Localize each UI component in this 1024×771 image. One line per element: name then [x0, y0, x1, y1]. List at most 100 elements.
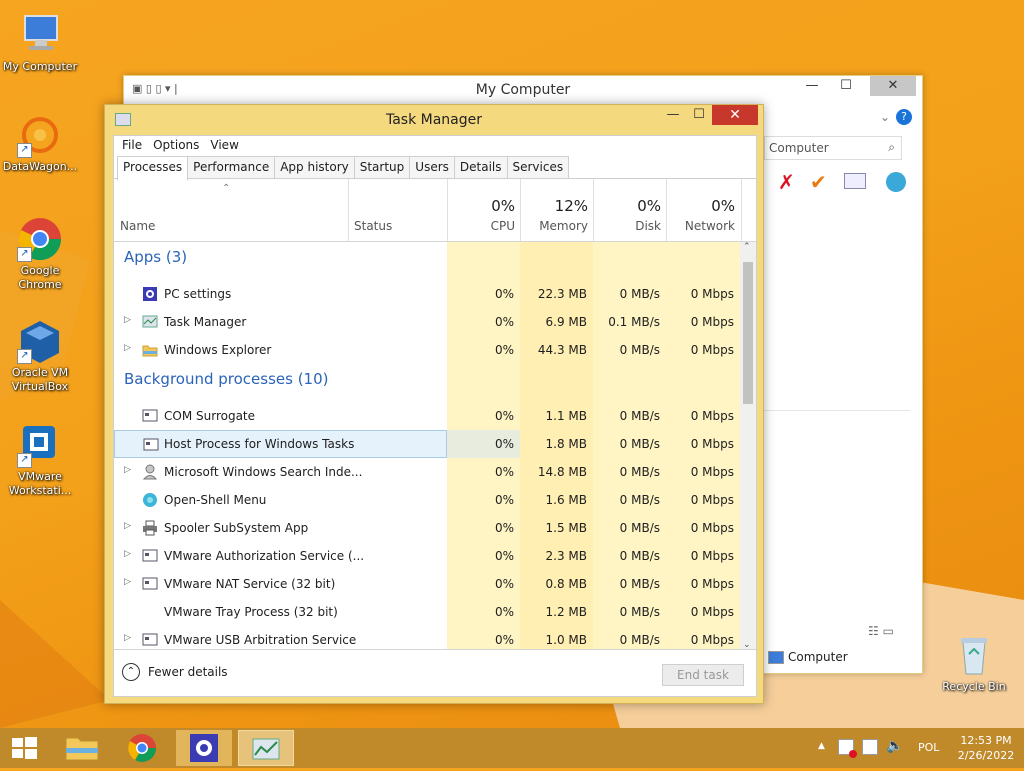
show-hidden-icons-icon[interactable]: ▲: [818, 741, 825, 751]
memory-value: 1.2 MB: [545, 605, 587, 619]
taskbar-chrome[interactable]: [114, 730, 170, 766]
window-app-icon: [142, 408, 158, 422]
maximize-button[interactable]: ☐: [832, 76, 860, 96]
check-icon[interactable]: ✔: [810, 170, 827, 194]
group-header-apps: Apps (3): [124, 248, 188, 266]
network-label: Network: [684, 219, 735, 233]
search-input[interactable]: Computer: [769, 141, 829, 155]
tab-users[interactable]: Users: [409, 156, 455, 178]
process-row[interactable]: ▷ Spooler SubSystem App 0% 1.5 MB 0 MB/s…: [114, 514, 740, 542]
shell-icon: [142, 492, 158, 507]
view-toggle-icons[interactable]: ☷ ▭: [868, 624, 894, 638]
process-row[interactable]: ▷ Microsoft Windows Search Inde... 0% 14…: [114, 458, 740, 486]
menu-options[interactable]: Options: [149, 136, 206, 156]
task-manager-window[interactable]: Task Manager — ☐ ✕ File Options View Pro…: [104, 104, 764, 704]
end-task-button[interactable]: End task: [662, 664, 744, 686]
delete-icon[interactable]: ✗: [778, 170, 795, 194]
process-row[interactable]: ▷ VMware USB Arbitration Service 0% 1.0 …: [114, 626, 740, 650]
process-row[interactable]: PC settings 0% 22.3 MB 0 MB/s 0 Mbps: [114, 280, 740, 308]
network-value: 0 Mbps: [690, 577, 734, 591]
desktop-icon-recycle-bin[interactable]: Recycle Bin: [934, 632, 1014, 694]
nav-item-computer[interactable]: Computer: [768, 648, 918, 668]
vertical-scrollbar[interactable]: ⌃ ⌄: [740, 242, 756, 650]
column-cpu[interactable]: 0% CPU: [447, 179, 521, 241]
process-row[interactable]: VMware Tray Process (32 bit) 0% 1.2 MB 0…: [114, 598, 740, 626]
network-icon[interactable]: [862, 739, 878, 755]
footer: ⌃ Fewer details End task: [114, 649, 756, 696]
maximize-button[interactable]: ☐: [685, 105, 713, 125]
expand-arrow-icon[interactable]: ▷: [124, 549, 131, 559]
expand-arrow-icon[interactable]: ▷: [124, 521, 131, 531]
task-manager-titlebar[interactable]: Task Manager — ☐ ✕: [105, 105, 763, 133]
cpu-value: 0%: [494, 633, 514, 647]
tab-app-history[interactable]: App history: [274, 156, 355, 178]
column-name[interactable]: Name: [120, 219, 155, 233]
minimize-button[interactable]: —: [798, 76, 826, 96]
cpu-value: 0%: [494, 493, 514, 507]
tab-details[interactable]: Details: [453, 156, 508, 178]
help-icon[interactable]: ?: [896, 109, 912, 125]
close-button[interactable]: ✕: [870, 76, 916, 96]
process-row[interactable]: ▷ Windows Explorer 0% 44.3 MB 0 MB/s 0 M…: [114, 336, 740, 364]
tab-services[interactable]: Services: [506, 156, 570, 178]
cpu-value: 0%: [494, 521, 514, 535]
fewer-details-icon[interactable]: ⌃: [122, 663, 140, 681]
menu-view[interactable]: View: [206, 136, 245, 156]
process-row-selected-values[interactable]: 0% 1.8 MB 0 MB/s 0 Mbps: [114, 430, 740, 458]
language-indicator[interactable]: POL: [918, 741, 939, 754]
close-button[interactable]: ✕: [712, 105, 758, 125]
globe-icon[interactable]: [886, 172, 906, 192]
process-row[interactable]: Open-Shell Menu 0% 1.6 MB 0 MB/s 0 Mbps: [114, 486, 740, 514]
expand-arrow-icon[interactable]: ▷: [124, 343, 131, 353]
disk-value: 0 MB/s: [619, 437, 660, 451]
desktop-icon-vmware[interactable]: ↗ VMware Workstati...: [0, 422, 80, 498]
expand-arrow-icon[interactable]: ▷: [124, 633, 131, 643]
desktop-icon-virtualbox[interactable]: ↗ Oracle VM VirtualBox: [0, 318, 80, 394]
scrollbar-thumb[interactable]: [743, 262, 753, 404]
folder-icon: [142, 342, 158, 357]
process-row[interactable]: COM Surrogate 0% 1.1 MB 0 MB/s 0 Mbps: [114, 402, 740, 430]
chevron-down-icon[interactable]: ⌄: [880, 110, 890, 124]
expand-arrow-icon[interactable]: ▷: [124, 577, 131, 587]
drive-icon[interactable]: [844, 173, 866, 189]
search-box[interactable]: Computer ⌕: [764, 136, 902, 160]
col-divider: [348, 179, 349, 241]
action-center-icon[interactable]: [838, 739, 857, 758]
column-disk[interactable]: 0% Disk: [593, 179, 667, 241]
menu-file[interactable]: File: [118, 136, 149, 156]
volume-mute-icon[interactable]: 🔈: [886, 738, 903, 754]
clock[interactable]: 12:53 PM 2/26/2022: [954, 733, 1018, 763]
expand-arrow-icon[interactable]: ▷: [124, 315, 131, 325]
address-bar-right[interactable]: ⌄ ?: [764, 108, 914, 128]
memory-value: 44.3 MB: [537, 343, 587, 357]
process-row[interactable]: ▷ VMware NAT Service (32 bit) 0% 0.8 MB …: [114, 570, 740, 598]
expand-arrow-icon[interactable]: ▷: [124, 465, 131, 475]
start-button[interactable]: [0, 728, 48, 768]
memory-value: 22.3 MB: [537, 287, 587, 301]
network-value: 0 Mbps: [690, 343, 734, 357]
column-memory[interactable]: 12% Memory: [520, 179, 594, 241]
network-value: 0 Mbps: [690, 315, 734, 329]
process-row[interactable]: ▷ Task Manager 0% 6.9 MB 0.1 MB/s 0 Mbps: [114, 308, 740, 336]
disk-total: 0%: [637, 197, 661, 215]
fewer-details-link[interactable]: Fewer details: [148, 665, 228, 679]
minimize-button[interactable]: —: [659, 105, 687, 125]
desktop-icon-label: My Computer: [2, 60, 78, 73]
desktop-icon-datawagon[interactable]: ↗ DataWagon...: [0, 112, 80, 174]
search-icon: ⌕: [888, 140, 895, 154]
taskbar-settings[interactable]: [176, 730, 232, 766]
my-computer-titlebar[interactable]: ▣ ▯ ▯ ▾ | My Computer — ☐ ✕: [124, 76, 922, 104]
taskbar-task-manager[interactable]: [238, 730, 294, 766]
memory-label: Memory: [539, 219, 588, 233]
column-status[interactable]: Status: [354, 219, 392, 233]
process-row[interactable]: ▷ VMware Authorization Service (... 0% 2…: [114, 542, 740, 570]
tab-startup[interactable]: Startup: [353, 156, 411, 178]
taskbar-file-explorer[interactable]: [54, 730, 110, 766]
column-network[interactable]: 0% Network: [666, 179, 742, 241]
desktop-icon-google-chrome[interactable]: ↗ Google Chrome: [0, 216, 80, 292]
scroll-up-icon[interactable]: ⌃: [743, 242, 751, 252]
desktop-icon-my-computer[interactable]: My Computer: [0, 12, 80, 74]
tab-processes[interactable]: Processes: [117, 156, 189, 181]
recycle-bin-icon: [951, 632, 997, 678]
tab-performance[interactable]: Performance: [187, 156, 276, 178]
